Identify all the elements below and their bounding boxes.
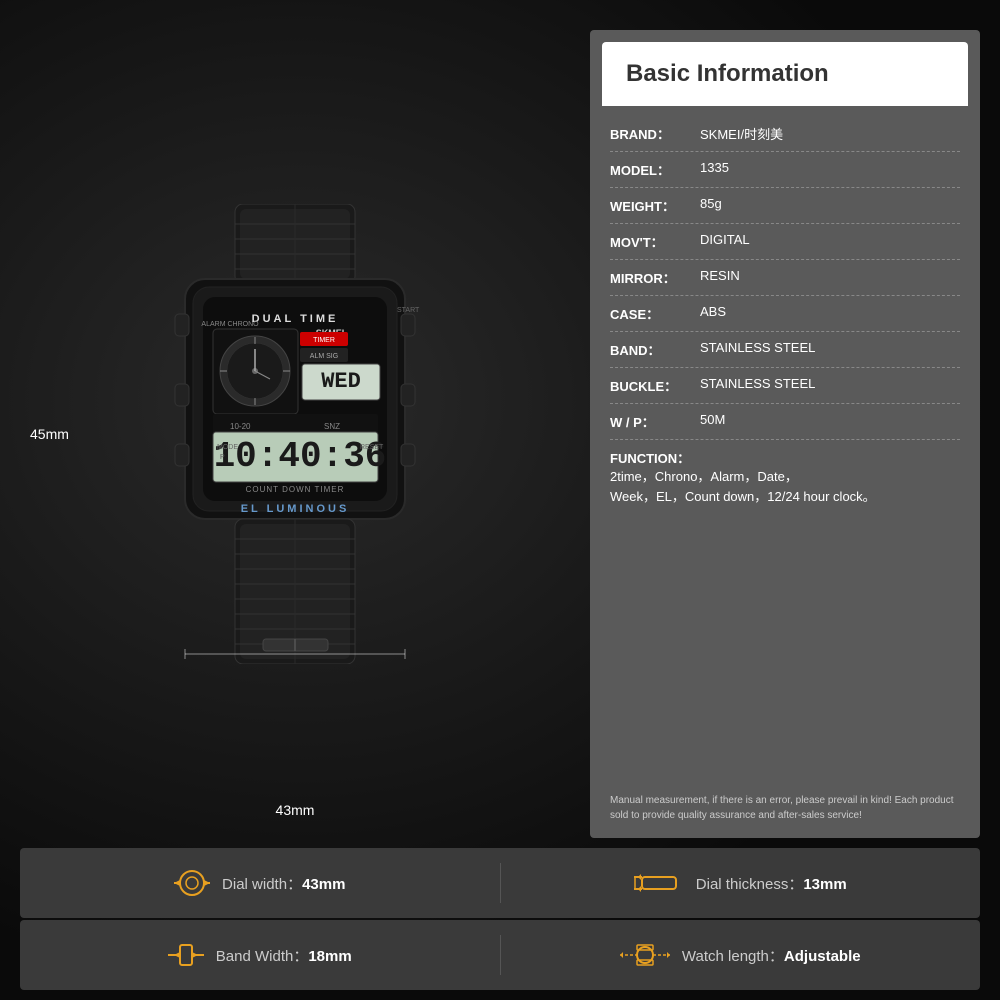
watch-illustration: DUAL TIME SK	[145, 204, 445, 664]
band-width-item: Band Width：18mm	[20, 941, 500, 969]
case-label: CASE：	[610, 304, 700, 323]
watch-length-text: Watch length：Adjustable	[682, 945, 861, 966]
svg-text:SNZ: SNZ	[324, 422, 340, 431]
weight-row: WEIGHT： 85g	[610, 188, 960, 224]
watch-section: 45mm	[20, 30, 570, 838]
watch-length-icon	[620, 941, 670, 969]
wp-label: W / P：	[610, 412, 700, 431]
info-title: Basic Information	[626, 60, 944, 88]
measure-bar-1: Dial width：43mm Dial thickness：13mm	[20, 848, 980, 918]
bottom-bars: Dial width：43mm Dial thickness：13mm	[0, 848, 1000, 1000]
svg-text:COUNT DOWN TIMER: COUNT DOWN TIMER	[246, 485, 345, 494]
svg-text:10-20: 10-20	[230, 422, 251, 431]
movt-label: MOV'T：	[610, 232, 700, 251]
mirror-row: MIRROR： RESIN	[610, 260, 960, 296]
wp-row: W / P： 50M	[610, 404, 960, 440]
band-label: BAND：	[610, 340, 700, 359]
measure-bar-2: Band Width：18mm Watch length：	[20, 920, 980, 990]
svg-text:P: P	[220, 454, 225, 461]
function-value: 2time，Chrono，Alarm，Date，Week，EL，Count do…	[610, 467, 876, 506]
dial-thickness-text: Dial thickness：13mm	[696, 873, 847, 894]
buckle-label: BUCKLE：	[610, 376, 700, 395]
buckle-value: STAINLESS STEEL	[700, 376, 960, 391]
svg-text:MODE: MODE	[217, 444, 238, 451]
movt-value: DIGITAL	[700, 232, 960, 247]
case-value: ABS	[700, 304, 960, 319]
svg-text:ALARM CHRONO: ALARM CHRONO	[201, 321, 259, 328]
weight-value: 85g	[700, 196, 960, 211]
dial-thickness-icon	[634, 869, 684, 897]
dimension-height-label: 45mm	[30, 426, 69, 442]
svg-text:ALM SIG: ALM SIG	[310, 353, 338, 360]
svg-text:EL LUMINOUS: EL LUMINOUS	[241, 503, 350, 515]
dial-width-text: Dial width：43mm	[222, 873, 345, 894]
svg-text:RESET: RESET	[360, 444, 384, 451]
band-width-text: Band Width：18mm	[216, 945, 352, 966]
brand-row: BRAND： SKMEI/时刻美	[610, 116, 960, 152]
mirror-label: MIRROR：	[610, 268, 700, 287]
movt-row: MOV'T： DIGITAL	[610, 224, 960, 260]
svg-text:WED: WED	[321, 369, 361, 394]
brand-value: SKMEI/时刻美	[700, 124, 960, 143]
weight-label: WEIGHT：	[610, 196, 700, 215]
svg-text:TIMER: TIMER	[313, 337, 335, 344]
info-header: Basic Information	[602, 42, 968, 106]
dimension-width-label: 43mm	[276, 802, 315, 818]
svg-text:START: START	[397, 307, 420, 314]
info-rows: BRAND： SKMEI/时刻美 MODEL： 1335 WEIGHT： 85g…	[590, 106, 980, 785]
brand-label: BRAND：	[610, 124, 700, 143]
buckle-row: BUCKLE： STAINLESS STEEL	[610, 368, 960, 404]
top-section: 45mm	[0, 0, 1000, 848]
dial-width-icon	[174, 869, 210, 897]
dial-width-item: Dial width：43mm	[20, 869, 500, 897]
mirror-value: RESIN	[700, 268, 960, 283]
band-value: STAINLESS STEEL	[700, 340, 960, 355]
wp-value: 50M	[700, 412, 960, 427]
info-panel: Basic Information BRAND： SKMEI/时刻美 MODEL…	[590, 30, 980, 838]
model-label: MODEL：	[610, 160, 700, 179]
model-value: 1335	[700, 160, 960, 175]
case-row: CASE： ABS	[610, 296, 960, 332]
band-width-icon	[168, 941, 204, 969]
disclaimer: Manual measurement, if there is an error…	[590, 785, 980, 838]
dial-thickness-item: Dial thickness：13mm	[501, 869, 981, 897]
svg-text:DUAL TIME: DUAL TIME	[252, 313, 339, 325]
model-row: MODEL： 1335	[610, 152, 960, 188]
svg-text:10:40:36: 10:40:36	[214, 436, 387, 477]
band-row: BAND： STAINLESS STEEL	[610, 332, 960, 368]
main-container: 45mm	[0, 0, 1000, 1000]
function-label: FUNCTION：	[610, 448, 700, 467]
function-row: FUNCTION： 2time，Chrono，Alarm，Date，Week，E…	[610, 440, 960, 514]
watch-length-item: Watch length：Adjustable	[501, 941, 981, 969]
